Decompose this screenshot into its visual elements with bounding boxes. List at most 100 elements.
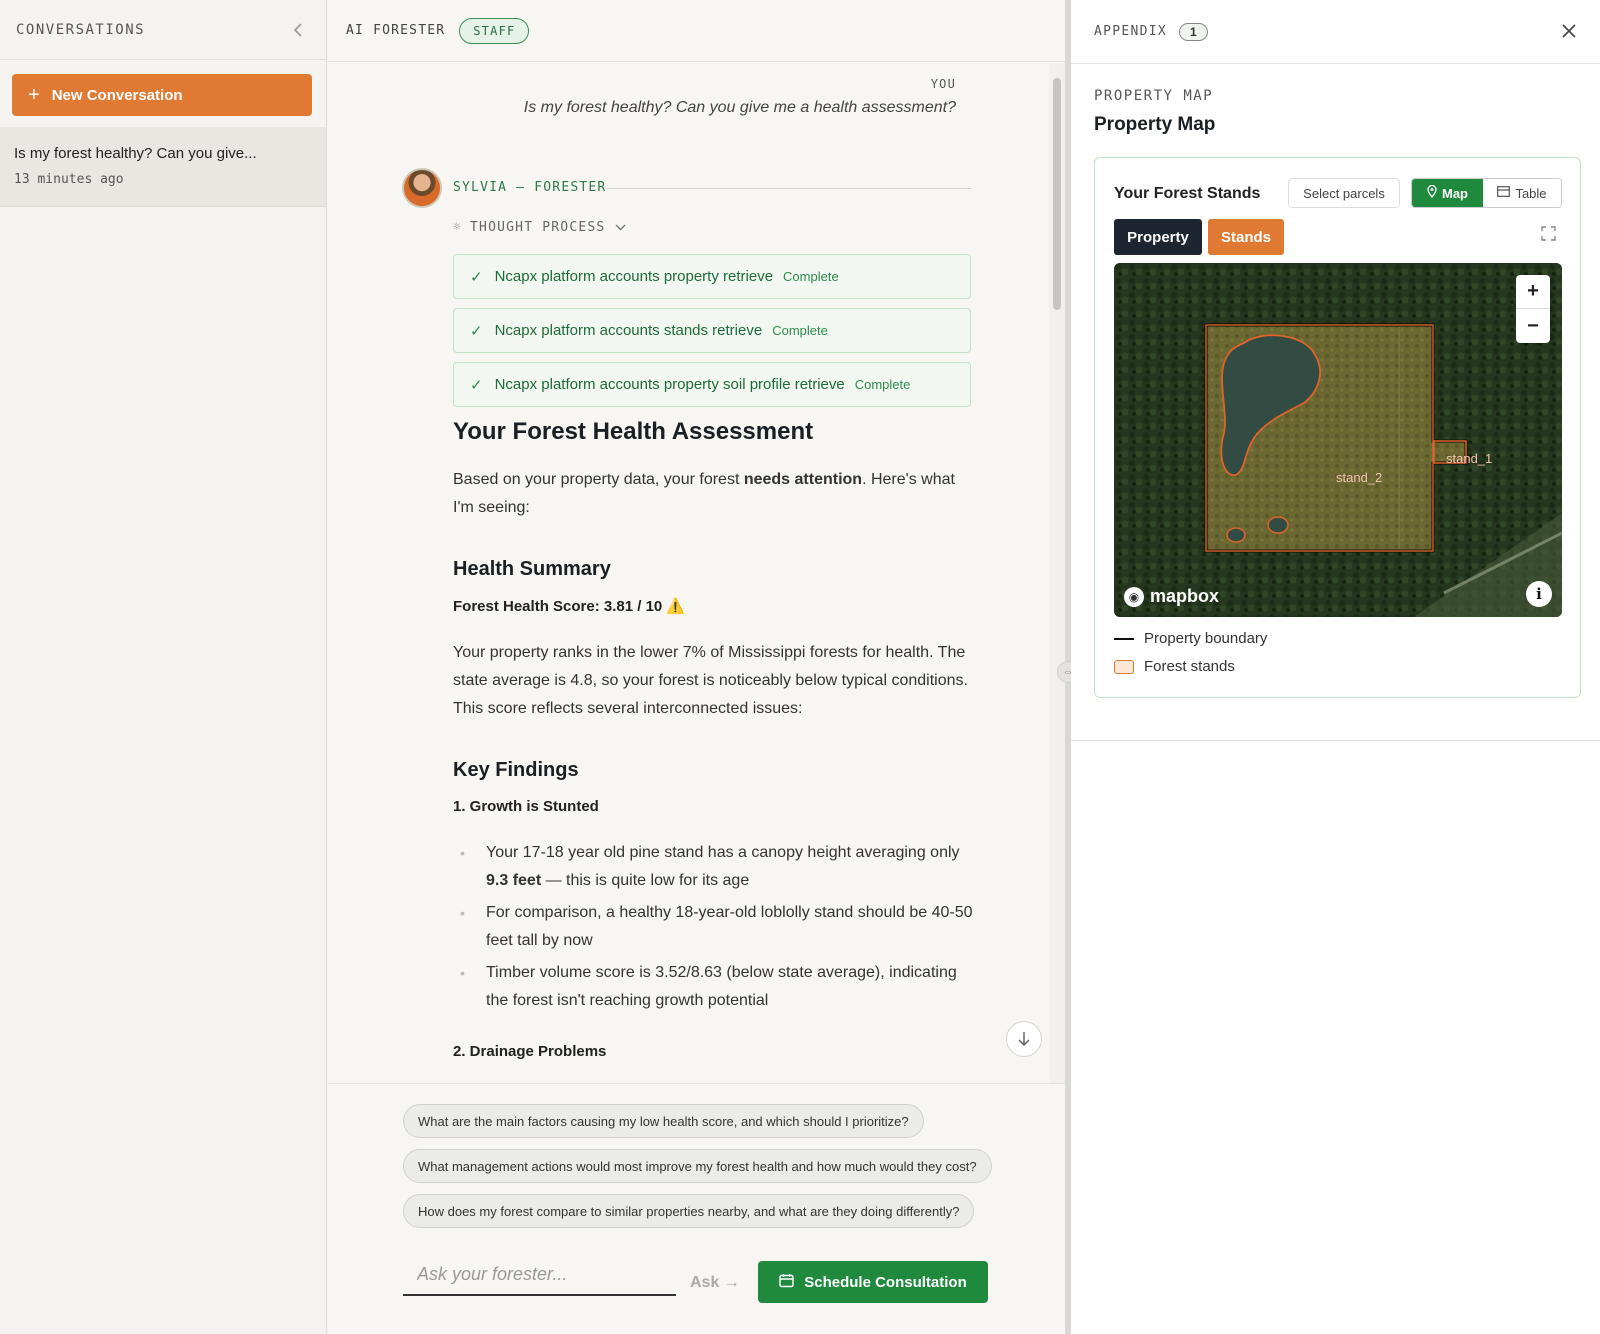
section-label: PROPERTY MAP bbox=[1094, 88, 1214, 104]
tool-status: Complete bbox=[854, 377, 911, 392]
tool-call-item: ✓ Ncapx platform accounts property soil … bbox=[453, 362, 971, 407]
table-view-label: Table bbox=[1515, 185, 1547, 201]
collapse-sidebar-icon[interactable] bbox=[286, 18, 310, 42]
list-item: • Timber volume score is 3.52/8.63 (below… bbox=[460, 964, 957, 1009]
conversation-title: Is my forest healthy? Can you give... bbox=[14, 145, 257, 162]
new-conversation-button[interactable]: + New Conversation bbox=[12, 74, 312, 116]
legend-item: Forest stands bbox=[1114, 658, 1235, 675]
intro-paragraph: Based on your property data, your forest… bbox=[453, 466, 978, 522]
calendar-icon bbox=[779, 1273, 794, 1291]
map-view-label: Map bbox=[1442, 185, 1468, 201]
staff-badge: STAFF bbox=[459, 17, 530, 44]
schedule-label: Schedule Consultation bbox=[804, 1273, 967, 1291]
appendix-panel: APPENDIX 1 PROPERTY MAP Property Map You… bbox=[1071, 0, 1600, 1334]
lightbulb-icon: ☼ bbox=[453, 220, 463, 235]
summary-paragraph: Your property ranks in the lower 7% of M… bbox=[453, 644, 968, 717]
conversation-item[interactable]: Is my forest healthy? Can you give... 13… bbox=[0, 127, 326, 207]
tool-call-item: ✓ Ncapx platform accounts stands retriev… bbox=[453, 308, 971, 353]
conversations-sidebar: CONVERSATIONS + New Conversation Is my f… bbox=[0, 0, 327, 1334]
tool-name: Ncapx platform accounts property retriev… bbox=[494, 268, 774, 285]
intro-bold: needs attention bbox=[743, 471, 863, 488]
boundary-line-icon bbox=[1114, 637, 1134, 640]
agent-label: SYLVIA — FORESTER bbox=[453, 180, 607, 195]
zoom-in-button[interactable]: + bbox=[1516, 275, 1550, 309]
health-score: Forest Health Score: 3.81 / 10 ⚠️ bbox=[453, 598, 686, 615]
chat-scroll-area[interactable]: YOU Is my forest healthy? Can you give m… bbox=[328, 63, 1048, 1083]
composer: What are the main factors causing my low… bbox=[328, 1083, 1065, 1334]
ask-input[interactable] bbox=[403, 1254, 676, 1296]
response-heading: Your Forest Health Assessment bbox=[453, 418, 814, 445]
key-findings-heading: Key Findings bbox=[453, 759, 579, 781]
health-summary-heading: Health Summary bbox=[453, 558, 611, 580]
finding-1-title: 1. Growth is Stunted bbox=[453, 798, 599, 815]
stand-swatch-icon bbox=[1114, 659, 1134, 674]
tool-status: Complete bbox=[783, 269, 839, 284]
suggestion-chip[interactable]: What are the main factors causing my low… bbox=[403, 1104, 924, 1138]
ask-button[interactable]: Ask → bbox=[690, 1274, 740, 1292]
new-conversation-label: New Conversation bbox=[51, 86, 183, 104]
satellite-map[interactable]: stand_2 stand_1 + − ◉ mapbox i bbox=[1114, 263, 1562, 617]
appendix-divider bbox=[1071, 740, 1600, 741]
select-parcels-button[interactable]: Select parcels bbox=[1288, 178, 1400, 208]
mapbox-logo: ◉ mapbox bbox=[1124, 586, 1219, 607]
appendix-count-badge: 1 bbox=[1179, 22, 1208, 41]
assistant-response: Your Forest Health Assessment Based on y… bbox=[453, 418, 978, 1060]
expand-icon[interactable] bbox=[1541, 226, 1556, 246]
user-message: Is my forest healthy? Can you give me a … bbox=[523, 99, 956, 116]
suggestion-chip[interactable]: How does my forest compare to similar pr… bbox=[403, 1194, 975, 1228]
brand-title: AI FORESTER bbox=[346, 23, 446, 38]
agent-avatar bbox=[402, 168, 442, 208]
scroll-down-button[interactable] bbox=[1006, 1021, 1042, 1057]
map-pin-icon bbox=[1427, 184, 1437, 201]
check-icon: ✓ bbox=[470, 322, 483, 340]
user-label: YOU bbox=[930, 77, 956, 91]
legend-label: Property boundary bbox=[1144, 630, 1268, 647]
check-icon: ✓ bbox=[470, 268, 483, 286]
suggestion-chip[interactable]: What management actions would most impro… bbox=[403, 1149, 992, 1183]
list-item: • Your 17-18 year old pine stand has a ca… bbox=[460, 844, 960, 889]
close-icon[interactable] bbox=[1562, 18, 1576, 44]
stand-1-label: stand_1 bbox=[1446, 451, 1492, 466]
tool-name: Ncapx platform accounts property soil pr… bbox=[494, 376, 845, 393]
intro-text: Based on your property data, your forest bbox=[453, 471, 744, 488]
chat-header: AI FORESTER STAFF bbox=[328, 0, 1065, 62]
sidebar-header: CONVERSATIONS bbox=[0, 0, 326, 60]
map-view-button[interactable]: Map bbox=[1412, 179, 1483, 207]
finding-2-title: 2. Drainage Problems bbox=[453, 1043, 607, 1060]
mapbox-icon: ◉ bbox=[1124, 586, 1144, 607]
tool-name: Ncapx platform accounts stands retrieve bbox=[494, 322, 763, 339]
stands-layer-button[interactable]: Stands bbox=[1208, 219, 1284, 255]
finding-1-list: • Your 17-18 year old pine stand has a ca… bbox=[453, 839, 978, 1015]
thought-process-toggle[interactable]: ☼ THOUGHT PROCESS bbox=[453, 220, 626, 235]
view-toggle: Map Table bbox=[1411, 178, 1562, 208]
chat-scrollbar-thumb[interactable] bbox=[1053, 78, 1061, 310]
appendix-header: APPENDIX 1 bbox=[1071, 0, 1600, 64]
property-map-card: Your Forest Stands Select parcels Map Ta… bbox=[1094, 157, 1581, 698]
sidebar-title: CONVERSATIONS bbox=[16, 21, 146, 38]
tool-status: Complete bbox=[772, 323, 828, 338]
tool-call-item: ✓ Ncapx platform accounts property retri… bbox=[453, 254, 971, 299]
legend-item: Property boundary bbox=[1114, 630, 1267, 647]
agent-divider bbox=[607, 188, 971, 189]
map-info-button[interactable]: i bbox=[1526, 581, 1552, 607]
map-canvas: stand_2 stand_1 bbox=[1114, 263, 1562, 617]
schedule-consultation-button[interactable]: Schedule Consultation bbox=[758, 1261, 988, 1303]
small-pond bbox=[1267, 516, 1289, 534]
legend-label: Forest stands bbox=[1144, 658, 1235, 675]
stand-2-label: stand_2 bbox=[1336, 470, 1382, 485]
conversation-time: 13 minutes ago bbox=[14, 172, 124, 187]
zoom-out-button[interactable]: − bbox=[1516, 309, 1550, 343]
card-title: Your Forest Stands bbox=[1114, 185, 1261, 202]
plus-icon: + bbox=[28, 83, 40, 106]
table-icon bbox=[1497, 186, 1511, 200]
table-view-button[interactable]: Table bbox=[1483, 179, 1561, 207]
small-pond bbox=[1226, 527, 1246, 543]
property-layer-button[interactable]: Property bbox=[1114, 219, 1202, 255]
list-item: • For comparison, a healthy 18-year-old l… bbox=[460, 904, 973, 949]
appendix-title: APPENDIX bbox=[1094, 24, 1168, 39]
zoom-controls: + − bbox=[1516, 275, 1550, 343]
mapbox-attribution: mapbox bbox=[1150, 586, 1220, 606]
check-icon: ✓ bbox=[470, 376, 483, 394]
section-title: Property Map bbox=[1094, 114, 1216, 135]
chat-panel: AI FORESTER STAFF YOU Is my forest healt… bbox=[328, 0, 1065, 1334]
